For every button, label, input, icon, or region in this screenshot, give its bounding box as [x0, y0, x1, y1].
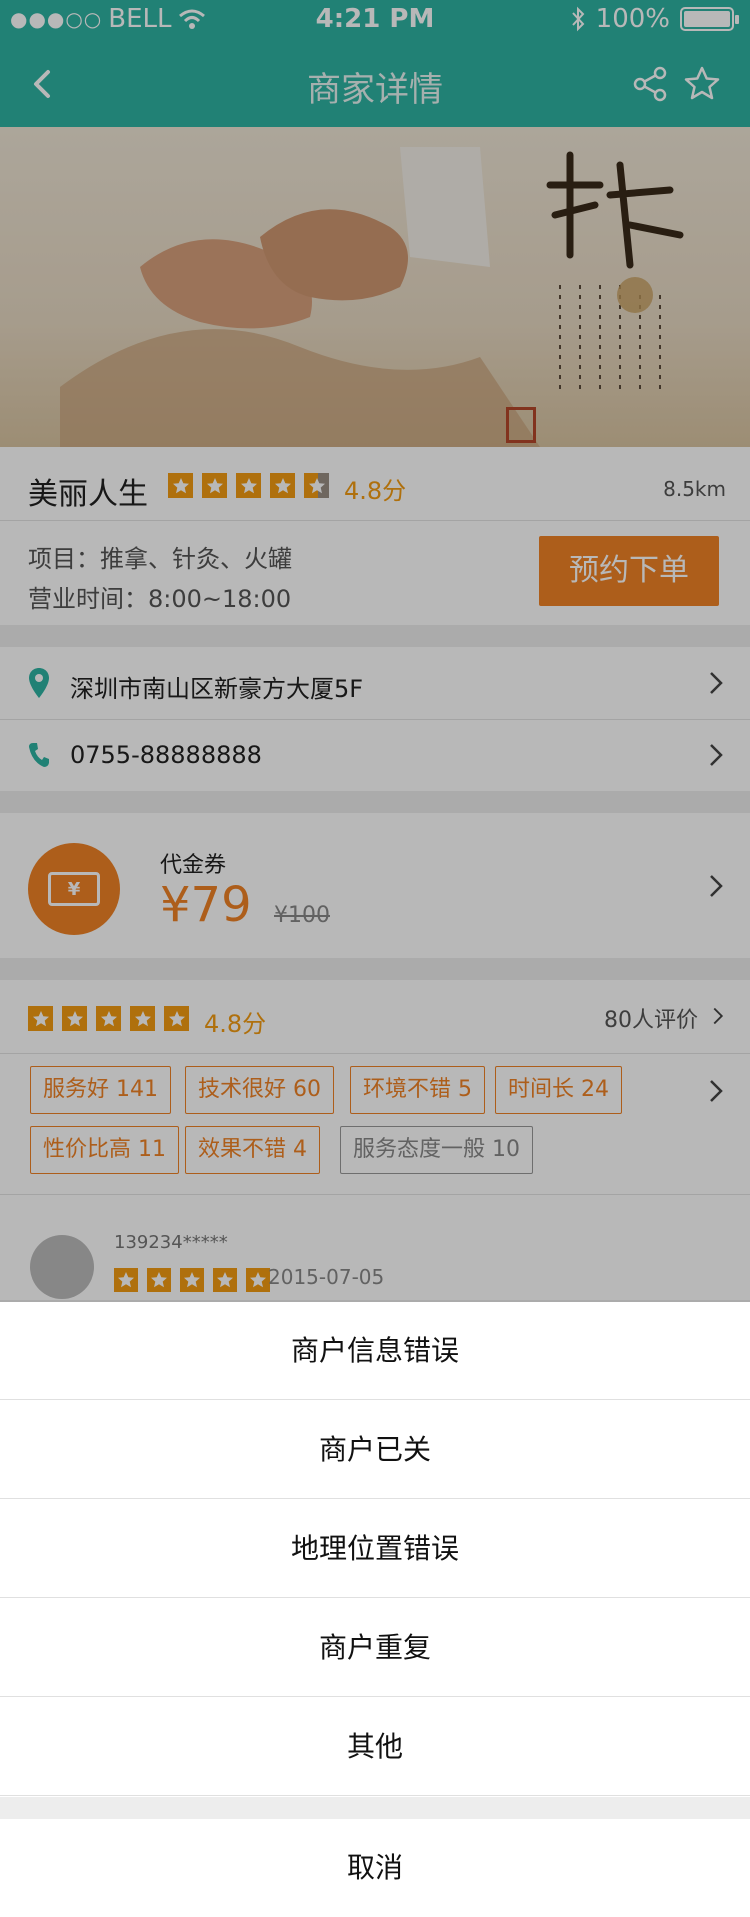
- sheet-option-info-error[interactable]: 商户信息错误: [0, 1302, 750, 1400]
- sheet-option-other[interactable]: 其他: [0, 1698, 750, 1796]
- sheet-option-location-error[interactable]: 地理位置错误: [0, 1500, 750, 1598]
- cancel-button[interactable]: 取消: [0, 1819, 750, 1917]
- sheet-option-duplicate[interactable]: 商户重复: [0, 1599, 750, 1697]
- sheet-separator: [0, 1797, 750, 1819]
- merchant-detail-page: ●●●○○ BELL 4:21 PM 100% 商家详情 美丽人生 4.8分 8…: [0, 0, 750, 1917]
- modal-backdrop[interactable]: [0, 0, 750, 1302]
- sheet-option-closed[interactable]: 商户已关: [0, 1401, 750, 1499]
- report-action-sheet: 商户信息错误 商户已关 地理位置错误 商户重复 其他 取消: [0, 1302, 750, 1917]
